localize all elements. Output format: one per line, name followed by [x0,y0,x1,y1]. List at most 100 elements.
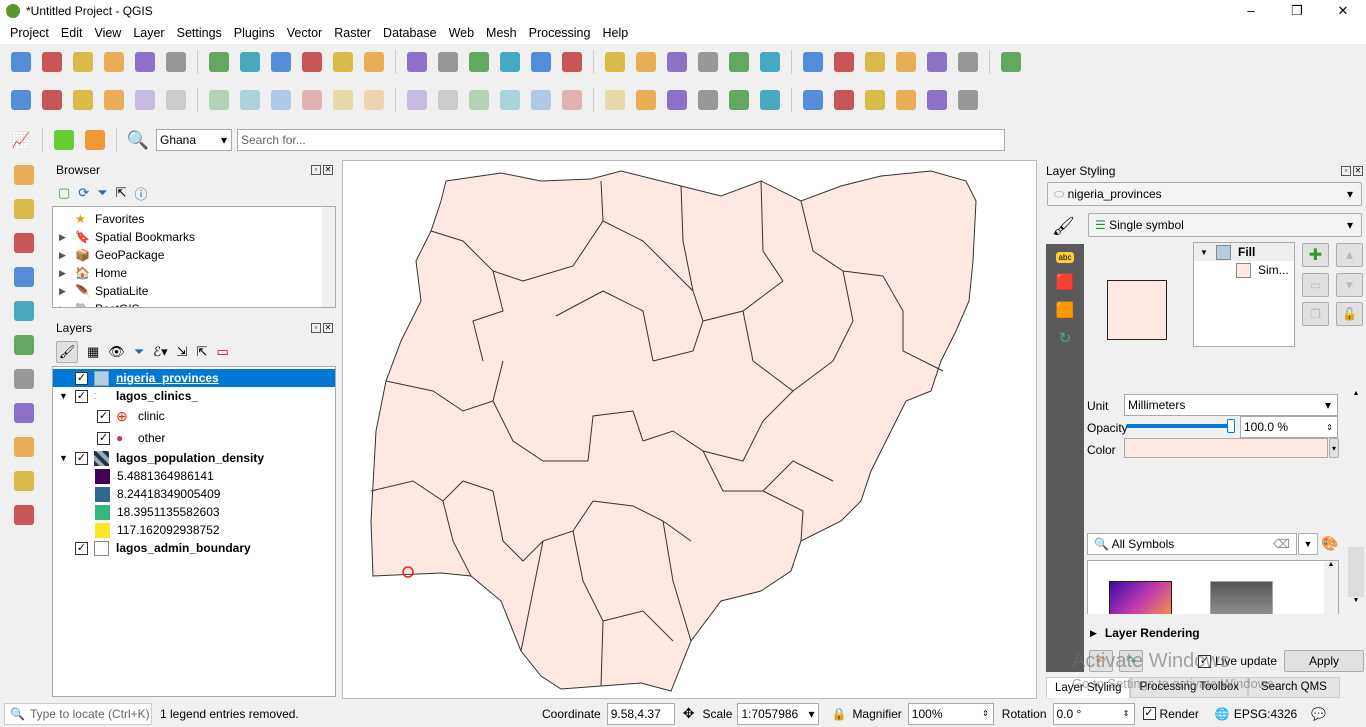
layer-rendering-section[interactable]: ▶ Layer Rendering [1090,624,1200,642]
symbol-filter-dropdown[interactable]: ▼ [1298,533,1318,555]
symbol-tree-simple-fill[interactable]: Sim... [1194,261,1294,279]
search-input[interactable]: Search for... [237,129,1005,151]
paint-brush-icon[interactable]: 🖌 [1052,216,1075,237]
zoom-next-icon[interactable] [497,49,523,75]
browser-scrollbar[interactable] [322,207,335,307]
float-icon[interactable]: ▫ [311,323,321,333]
profile-tool-icon[interactable]: 📈 [8,127,34,153]
undo-button[interactable]: ↶ [1089,650,1113,672]
close-button[interactable]: ✕ [1320,0,1366,22]
delete-icon[interactable] [237,87,263,113]
add-group-icon[interactable]: ▦ [87,344,99,360]
statistics-icon[interactable] [831,49,857,75]
expression-filter-icon[interactable]: ℰ▾ [153,344,167,360]
layout-manager-icon[interactable] [132,49,158,75]
browser-item[interactable]: ▶ 🪶 SpatiaLite [53,282,335,300]
cut-icon[interactable] [268,87,294,113]
open-project-icon[interactable] [39,49,65,75]
symbol-gradient-gray[interactable] [1210,581,1273,614]
close-icon[interactable]: ✕ [323,165,333,175]
mouse-coordinates-icon[interactable]: ✥ [683,705,695,722]
expand-arrow-icon[interactable]: ▶ [59,268,75,279]
tab-processing-toolbox[interactable]: Processing Toolbox [1130,677,1248,698]
rotation-spinbox[interactable]: 0.0 ° ⇕ [1052,702,1135,725]
layer-lagos-population-density[interactable]: ▼ ✓ lagos_population_density [53,449,335,467]
magnifier-spinbox[interactable]: 100% ⇕ [907,702,994,725]
field-calculator-icon[interactable] [800,49,826,75]
save-project-icon[interactable] [70,49,96,75]
identify-icon[interactable] [633,49,659,75]
expand-arrow-icon[interactable]: ▶ [59,250,75,261]
close-icon[interactable]: ✕ [1353,166,1363,176]
label-show-icon[interactable] [528,87,554,113]
pan-to-selection-icon[interactable] [237,49,263,75]
duplicate-button[interactable]: ❐ [1302,302,1329,326]
menu-project[interactable]: Project [4,26,55,40]
layer-checkbox[interactable]: ✓ [75,371,88,385]
float-icon[interactable]: ▫ [311,165,321,175]
scale-select[interactable]: 1:7057986 ▾ [737,702,820,725]
qms-search-icon[interactable] [695,87,721,113]
plugin-red-icon[interactable] [757,87,783,113]
add-vector-icon[interactable] [8,87,34,113]
layers-green-icon[interactable] [800,87,826,113]
diagram-icon[interactable] [466,87,492,113]
attribute-table-icon[interactable] [757,49,783,75]
refresh-icon[interactable] [602,49,628,75]
float-icon[interactable]: ▫ [1341,166,1351,176]
history-icon[interactable]: ↻ [1059,329,1072,347]
wfs-add-icon[interactable] [11,434,37,460]
maximize-button[interactable]: ❐ [1274,0,1320,22]
label-abc-icon[interactable] [435,87,461,113]
layer-nigeria-provinces[interactable]: ✓ nigeria_provinces [53,369,335,387]
add-symbol-layer-button[interactable]: ✚ [1302,243,1329,267]
raster-add-icon[interactable] [11,196,37,222]
label-rotate-icon[interactable] [602,87,628,113]
style-manager-icon[interactable]: 🎨 [1321,535,1338,552]
crs-button[interactable]: EPSG:4326 [1234,707,1297,721]
remove-layer-icon[interactable]: ▭ [216,344,228,360]
help-icon[interactable] [893,87,919,113]
postgis-add-icon[interactable] [11,366,37,392]
tab-layer-styling[interactable]: Layer Styling [1046,677,1131,698]
expand-arrow-icon[interactable]: ▼ [59,391,75,401]
expand-all-icon[interactable]: ⇲ [177,344,188,360]
menu-web[interactable]: Web [443,26,480,40]
unit-select[interactable]: Millimeters ▾ [1124,394,1338,416]
expand-arrow-icon[interactable]: ▼ [59,453,75,463]
collapse-icon[interactable]: ⇱ [116,185,127,201]
digitize-add-icon[interactable] [11,162,37,188]
locator-input[interactable]: 🔍 Type to locate (Ctrl+K) [4,702,152,725]
measure-icon[interactable] [924,49,950,75]
copy-icon[interactable] [299,87,325,113]
menu-database[interactable]: Database [377,26,443,40]
menu-layer[interactable]: Layer [127,26,170,40]
render-checkbox[interactable]: ✓ [1142,707,1156,720]
add-icon[interactable]: ▢ [58,185,70,201]
redo-button[interactable]: ↷ [1119,650,1143,672]
locate-tool-icon[interactable] [82,127,108,153]
refresh-green-icon[interactable] [955,87,981,113]
color-button[interactable] [1124,438,1328,458]
lock-button[interactable]: 🔓 [1336,302,1363,326]
gallery-scrollbar[interactable]: ▲ [1324,561,1338,614]
mesh-add-icon[interactable] [11,230,37,256]
redo-icon[interactable] [404,87,430,113]
add-raster-icon[interactable] [39,87,65,113]
wcs-add-icon[interactable] [11,468,37,494]
expand-arrow-icon[interactable]: ▶ [59,304,75,308]
refresh-icon[interactable]: ⟳ [78,185,89,201]
zoom-out-icon[interactable] [299,49,325,75]
minimize-button[interactable]: – [1228,0,1274,22]
symbol-tree-fill[interactable]: ▼ Fill [1194,243,1294,261]
style-panel-icon[interactable]: 🖌 [56,341,78,363]
menu-help[interactable]: Help [596,26,634,40]
info-icon[interactable]: ⓘ [135,184,148,203]
map-canvas[interactable] [342,160,1037,699]
style-manager-icon[interactable] [163,49,189,75]
vertex-tool-icon[interactable] [206,87,232,113]
symbol-search-input[interactable]: 🔍 All Symbols ⌫ [1087,533,1297,555]
labels-icon[interactable]: abc [1055,252,1075,263]
menu-plugins[interactable]: Plugins [228,26,281,40]
label-change-icon[interactable] [633,87,659,113]
